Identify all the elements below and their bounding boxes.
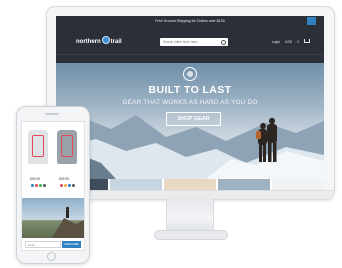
search-input[interactable]: Search entire store here... (160, 38, 228, 46)
monitor-stand-base (154, 230, 228, 240)
mobile-phone: $99.99 $99.99 Email SUBSCRIBE (16, 106, 90, 264)
hero-banner: BUILT TO LAST GEAR THAT WORKS AS HARD AS… (56, 63, 324, 179)
backpack-strap (32, 135, 44, 157)
phone-speaker (45, 113, 59, 115)
hero-badge-icon (183, 67, 197, 81)
product-image-backpack[interactable] (57, 130, 77, 164)
phone-screen: $99.99 $99.99 Email SUBSCRIBE (21, 121, 85, 251)
promo-close-button[interactable] (307, 17, 316, 25)
promo-bar: Free Ground Shipping for Orders over $10… (56, 16, 324, 26)
hero-title: BUILT TO LAST (148, 84, 232, 96)
phone-hero-image (22, 198, 84, 238)
backpack-strap (61, 135, 73, 157)
site-logo[interactable]: northern trail (76, 36, 122, 45)
header-actions: Login USD 0 (268, 39, 310, 44)
promo-text: Free Ground Shipping for Orders over $10… (155, 19, 225, 23)
site-header: northern trail Search entire store here..… (56, 26, 324, 54)
logo-text-right: trail (110, 39, 122, 45)
shop-gear-button[interactable]: SHOP GEAR (166, 112, 221, 126)
login-link[interactable]: Login (272, 40, 280, 44)
phone-home-button[interactable] (47, 252, 56, 261)
product-price: $99.99 (59, 177, 70, 181)
subscribe-button[interactable]: SUBSCRIBE (62, 241, 81, 248)
color-swatches[interactable] (60, 184, 76, 187)
search-icon[interactable] (221, 40, 226, 45)
logo-mountain-icon (101, 36, 110, 44)
hero-subtitle: GEAR THAT WORKS AS HARD AS YOU DO (122, 99, 258, 106)
search-placeholder: Search entire store here... (163, 40, 200, 44)
color-swatches[interactable] (31, 184, 47, 187)
currency-selector[interactable]: USD (285, 40, 292, 44)
monitor-stand (166, 198, 214, 232)
cart-count[interactable]: 0 (297, 40, 299, 44)
email-field[interactable]: Email (25, 241, 61, 248)
desktop-screen: Free Ground Shipping for Orders over $10… (56, 16, 324, 193)
email-placeholder: Email (28, 244, 35, 247)
product-price: $99.99 (30, 177, 41, 181)
product-image-backpack[interactable] (28, 130, 48, 164)
logo-text-left: northern (76, 39, 101, 45)
cart-icon[interactable] (304, 39, 310, 43)
